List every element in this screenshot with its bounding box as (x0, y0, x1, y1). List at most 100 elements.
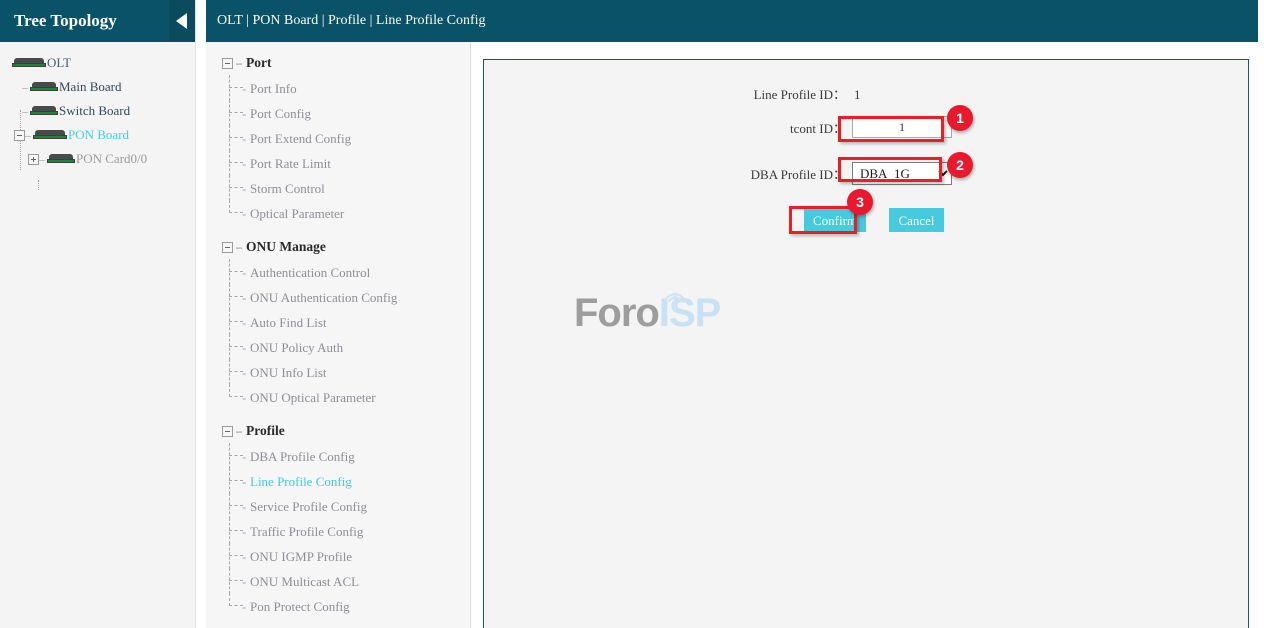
menu-branch-dash: – (236, 56, 242, 70)
line-profile-form: Line Profile ID： 1 tcont ID： DBA Profile… (484, 60, 1248, 232)
tree-collapse-toggle[interactable] (14, 130, 25, 141)
menu-item-pon-protect-config[interactable]: - Pon Protect Config (206, 594, 470, 619)
menu-item-label: Optical Parameter (250, 206, 344, 221)
foroisp-watermark: ForoISP (574, 290, 794, 360)
menu-item-onu-multicast-acl[interactable]: - ONU Multicast ACL (206, 569, 470, 594)
menu-item-list: - Authentication Control - ONU Authentic… (206, 260, 470, 410)
menu-group-onu-manage: –ONU Manage - Authentication Control - O… (206, 234, 470, 410)
menu-collapse-toggle[interactable] (222, 58, 233, 69)
menu-collapse-toggle[interactable] (222, 242, 233, 253)
tree-branch-dash: – (39, 147, 47, 171)
menu-item-port-rate-limit[interactable]: - Port Rate Limit (206, 151, 470, 176)
menu-item-onu-authentication-config[interactable]: - ONU Authentication Config (206, 285, 470, 310)
tree-node-switch-board[interactable]: – Switch Board (0, 98, 195, 122)
tree-node-label: Switch Board (59, 103, 130, 118)
menu-item-label: ONU Info List (250, 365, 327, 380)
tcont-id-row: tcont ID： (484, 116, 1248, 142)
menu-item-label: Auto Find List (250, 315, 327, 330)
content-region: Line Profile ID： 1 tcont ID： DBA Profile… (472, 42, 1270, 628)
menu-item-onu-optical-parameter[interactable]: - ONU Optical Parameter (206, 385, 470, 410)
dba-profile-id-label: DBA Profile ID： (484, 162, 846, 188)
menu-item-list: - Port Info - Port Config - Port Extend … (206, 76, 470, 226)
menu-group-header[interactable]: –Port (206, 50, 470, 76)
form-buttons-row: Confirm Cancel (484, 208, 1248, 232)
menu-item-label: Port Extend Config (250, 131, 351, 146)
menu-branch-dash: – (236, 424, 242, 438)
tree-connector (38, 180, 39, 190)
menu-item-label: Service Profile Config (250, 499, 367, 514)
menu-group-label: Profile (246, 423, 285, 438)
menu-item-label: Authentication Control (250, 265, 370, 280)
menu-item-label: ONU Optical Parameter (250, 390, 376, 405)
device-icon (33, 130, 67, 141)
confirm-button[interactable]: Confirm (804, 208, 866, 232)
menu-item-label: ONU Multicast ACL (250, 574, 359, 589)
dba-profile-id-row: DBA Profile ID： DBA_1G (484, 162, 1248, 188)
menu-item-label: DBA Profile Config (250, 449, 355, 464)
menu-item-label: Traffic Profile Config (250, 524, 363, 539)
menu-item-onu-info-list[interactable]: - ONU Info List (206, 360, 470, 385)
breadcrumb: OLT | PON Board | Profile | Line Profile… (217, 0, 486, 42)
menu-item-port-info[interactable]: - Port Info (206, 76, 470, 101)
dba-profile-select[interactable]: DBA_1G (852, 162, 952, 185)
menu-item-storm-control[interactable]: - Storm Control (206, 176, 470, 201)
menu-group-label: ONU Manage (246, 239, 326, 254)
cancel-button[interactable]: Cancel (889, 208, 944, 232)
menu-item-port-extend-config[interactable]: - Port Extend Config (206, 126, 470, 151)
line-profile-id-label: Line Profile ID： (484, 82, 846, 108)
menu-item-label: Port Rate Limit (250, 156, 331, 171)
navigation-menu-panel: –Port - Port Info - Port Config - Port E… (206, 42, 471, 628)
line-profile-id-row: Line Profile ID： 1 (484, 82, 1248, 102)
menu-item-label: ONU Authentication Config (250, 290, 397, 305)
menu-item-port-config[interactable]: - Port Config (206, 101, 470, 126)
watermark-foro: Foro (574, 291, 659, 335)
tree-node-main-board[interactable]: – Main Board (0, 74, 195, 98)
tree-node-list: OLT – Main Board – Switch Board – PON Bo… (0, 42, 195, 628)
tcont-id-input[interactable] (852, 116, 952, 138)
device-icon (30, 106, 58, 117)
tree-node-olt[interactable]: OLT (0, 50, 195, 74)
tree-branch-dash: – (22, 99, 30, 123)
menu-item-label: Line Profile Config (250, 474, 352, 489)
tree-node-label: Main Board (59, 79, 121, 94)
menu-group-header[interactable]: –Profile (206, 418, 470, 444)
menu-item-authentication-control[interactable]: - Authentication Control (206, 260, 470, 285)
breadcrumb-bar: OLT | PON Board | Profile | Line Profile… (206, 0, 1258, 42)
antenna-tower-icon (660, 286, 690, 312)
menu-item-auto-find-list[interactable]: - Auto Find List (206, 310, 470, 335)
tree-branch-dash: – (25, 123, 33, 147)
menu-branch-dash: – (236, 240, 242, 254)
tree-topology-header: Tree Topology (0, 0, 195, 42)
menu-group-header[interactable]: –ONU Manage (206, 234, 470, 260)
tree-expand-toggle[interactable] (28, 154, 39, 165)
menu-item-dba-profile-config[interactable]: - DBA Profile Config (206, 444, 470, 469)
menu-item-list: - DBA Profile Config - Line Profile Conf… (206, 444, 470, 619)
menu-item-service-profile-config[interactable]: - Service Profile Config (206, 494, 470, 519)
menu-item-label: Pon Protect Config (250, 599, 350, 614)
menu-group-profile: –Profile - DBA Profile Config - Line Pro… (206, 418, 470, 619)
menu-group-port: –Port - Port Info - Port Config - Port E… (206, 50, 470, 226)
menu-item-onu-igmp-profile[interactable]: - ONU IGMP Profile (206, 544, 470, 569)
device-icon (47, 154, 75, 165)
device-icon (12, 58, 46, 69)
tree-topology-sidebar: Tree Topology OLT – Main Board – (0, 0, 196, 628)
tree-topology-title: Tree Topology (14, 11, 117, 30)
menu-item-traffic-profile-config[interactable]: - Traffic Profile Config (206, 519, 470, 544)
menu-item-line-profile-config[interactable]: - Line Profile Config (206, 469, 470, 494)
tree-branch-dash: – (22, 75, 30, 99)
chevron-left-icon (176, 13, 187, 29)
menu-item-onu-policy-auth[interactable]: - ONU Policy Auth (206, 335, 470, 360)
menu-item-label: ONU IGMP Profile (250, 549, 352, 564)
tree-node-label: PON Board (68, 127, 129, 142)
tree-node-pon-board[interactable]: – PON Board (0, 122, 195, 146)
menu-collapse-toggle[interactable] (222, 426, 233, 437)
menu-item-label: Port Config (250, 106, 311, 121)
tcont-id-label: tcont ID： (484, 116, 846, 142)
menu-item-optical-parameter[interactable]: - Optical Parameter (206, 201, 470, 226)
line-profile-id-value: 1 (854, 82, 861, 108)
menu-item-label: ONU Policy Auth (250, 340, 343, 355)
sidebar-collapse-button[interactable] (169, 0, 195, 42)
line-profile-config-panel: Line Profile ID： 1 tcont ID： DBA Profile… (483, 59, 1249, 628)
tree-node-pon-card[interactable]: – PON Card0/0 (0, 146, 195, 170)
menu-item-label: Port Info (250, 81, 297, 96)
